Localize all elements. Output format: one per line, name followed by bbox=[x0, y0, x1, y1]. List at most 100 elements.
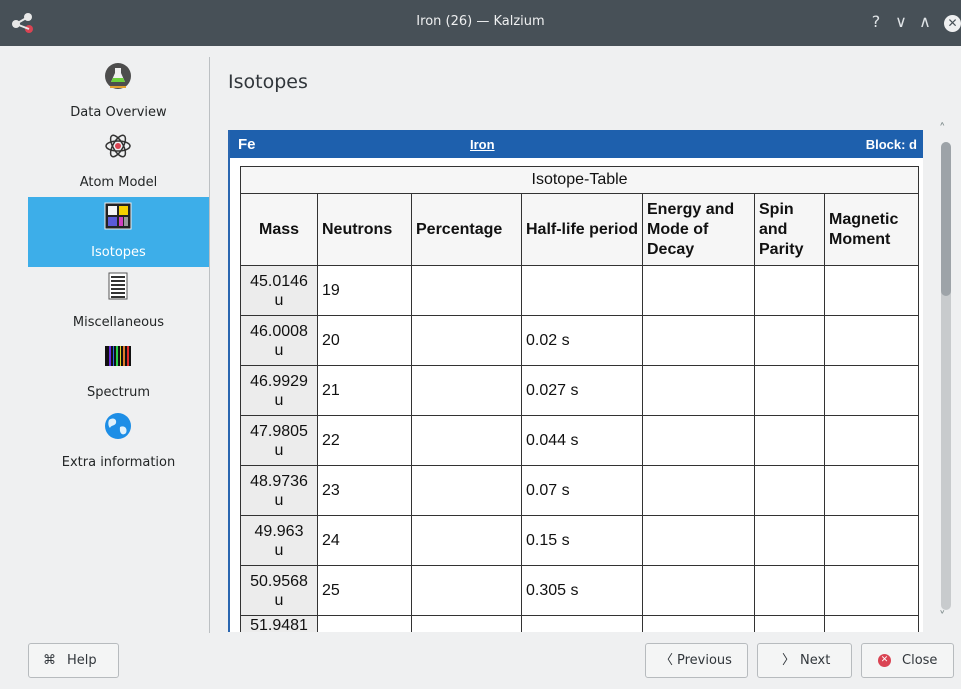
spin-cell bbox=[754, 515, 825, 566]
mass-unit: u bbox=[274, 591, 284, 609]
mass-cell: 50.9568 u bbox=[240, 565, 318, 616]
mass-unit: u bbox=[274, 291, 284, 309]
neutrons-cell: 24 bbox=[317, 515, 412, 566]
help-button-label: Help bbox=[67, 653, 97, 668]
decay-cell bbox=[642, 565, 755, 616]
table-row: 51.9481 bbox=[240, 615, 920, 632]
mass-cell: 45.0146 u bbox=[240, 265, 318, 316]
table-row: 47.9805 u 22 0.044 s bbox=[240, 415, 920, 466]
chevron-down-icon[interactable]: ˅ bbox=[939, 610, 946, 625]
sidebar-divider bbox=[209, 57, 210, 633]
spin-cell bbox=[754, 615, 825, 632]
mass-value: 45.0146 bbox=[250, 272, 308, 290]
isotope-table: Isotope-Table Mass Neutrons Percentage H… bbox=[239, 166, 920, 632]
decay-cell bbox=[642, 265, 755, 316]
table-row: 48.9736 u 23 0.07 s bbox=[240, 465, 920, 516]
sidebar-item-data-overview[interactable]: Data Overview bbox=[28, 57, 209, 127]
element-header-bar: Fe Iron Block: d bbox=[230, 130, 923, 158]
mass-cell: 49.963 u bbox=[240, 515, 318, 566]
column-header-mass: Mass bbox=[240, 193, 318, 266]
percentage-cell bbox=[411, 415, 522, 466]
flask-icon bbox=[105, 63, 131, 89]
sidebar-item-atom-model[interactable]: Atom Model bbox=[28, 127, 209, 197]
neutrons-cell: 20 bbox=[317, 315, 412, 366]
column-header-magnetic: Magnetic Moment bbox=[823, 193, 920, 266]
half-life-cell: 0.044 s bbox=[521, 415, 643, 466]
isotope-table-header-row: Mass Neutrons Percentage Half-life perio… bbox=[240, 193, 920, 266]
sidebar: Data Overview Atom Model Isotopes Miscel… bbox=[28, 57, 209, 633]
spectrum-icon bbox=[105, 346, 131, 366]
sidebar-item-label: Data Overview bbox=[70, 105, 167, 120]
half-life-cell bbox=[521, 615, 643, 632]
sidebar-item-label: Extra information bbox=[61, 455, 176, 470]
percentage-cell bbox=[411, 465, 522, 516]
window-close-button[interactable]: ✕ bbox=[944, 15, 961, 32]
sidebar-item-label: Atom Model bbox=[79, 175, 158, 190]
globe-icon bbox=[105, 413, 131, 439]
table-row: 50.9568 u 25 0.305 s bbox=[240, 565, 920, 616]
half-life-cell: 0.15 s bbox=[521, 515, 643, 566]
maximize-button[interactable]: ∧ bbox=[915, 12, 935, 32]
decay-cell bbox=[642, 315, 755, 366]
chevron-up-icon[interactable]: ˄ bbox=[939, 122, 946, 137]
neutrons-cell: 21 bbox=[317, 365, 412, 416]
decay-cell bbox=[642, 465, 755, 516]
neutrons-cell: 25 bbox=[317, 565, 412, 616]
neutrons-cell: 23 bbox=[317, 465, 412, 516]
sidebar-item-label: Miscellaneous bbox=[72, 315, 165, 330]
sidebar-item-spectrum[interactable]: Spectrum bbox=[28, 337, 209, 407]
neutrons-cell: 19 bbox=[317, 265, 412, 316]
percentage-cell bbox=[411, 515, 522, 566]
half-life-cell: 0.027 s bbox=[521, 365, 643, 416]
previous-button[interactable]: 〈 Previous bbox=[645, 643, 748, 678]
column-header-half-life: Half-life period bbox=[521, 193, 643, 266]
sidebar-item-miscellaneous[interactable]: Miscellaneous bbox=[28, 267, 209, 337]
magnetic-cell bbox=[823, 365, 920, 416]
magnetic-cell bbox=[823, 515, 920, 566]
document-lines-icon bbox=[108, 272, 128, 300]
close-icon: ✕ bbox=[878, 644, 891, 677]
magnetic-cell bbox=[823, 465, 920, 516]
isotopes-grid-icon bbox=[104, 202, 132, 230]
close-button[interactable]: ✕ Close bbox=[861, 643, 954, 678]
neutrons-cell: 22 bbox=[317, 415, 412, 466]
mass-unit: u bbox=[274, 441, 284, 459]
sidebar-item-label: Isotopes bbox=[91, 245, 146, 260]
column-header-decay: Energy and Mode of Decay bbox=[642, 193, 755, 266]
sidebar-item-label: Spectrum bbox=[87, 385, 150, 400]
magnetic-cell bbox=[823, 315, 920, 366]
help-button[interactable]: ⌘ Help bbox=[28, 643, 119, 678]
isotope-content-view[interactable]: Fe Iron Block: d Isotope-Table Mass Neut… bbox=[228, 130, 923, 632]
mass-cell: 46.9929 u bbox=[240, 365, 318, 416]
mass-value: 48.9736 bbox=[250, 472, 308, 490]
half-life-cell bbox=[521, 265, 643, 316]
sidebar-item-extra-information[interactable]: Extra information bbox=[28, 407, 209, 477]
mass-value: 46.9929 bbox=[250, 372, 308, 390]
vertical-scrollbar[interactable]: ˄ ˅ bbox=[935, 122, 957, 634]
half-life-cell: 0.305 s bbox=[521, 565, 643, 616]
close-button-label: Close bbox=[902, 653, 938, 668]
next-button[interactable]: 〉 Next bbox=[757, 643, 852, 678]
next-button-label: Next bbox=[800, 653, 831, 668]
scrollbar-thumb[interactable] bbox=[941, 142, 951, 296]
atom-icon bbox=[105, 134, 131, 158]
minimize-button[interactable]: ∨ bbox=[891, 12, 911, 32]
chevron-right-icon: 〉 bbox=[782, 653, 796, 668]
element-symbol: Fe bbox=[238, 136, 256, 153]
magnetic-cell bbox=[823, 565, 920, 616]
percentage-cell bbox=[411, 565, 522, 616]
window-titlebar: Iron (26) — Kalzium ? ∨ ∧ ✕ bbox=[0, 0, 961, 46]
sidebar-item-isotopes[interactable]: Isotopes bbox=[28, 197, 209, 267]
spin-cell bbox=[754, 265, 825, 316]
element-name-link[interactable]: Iron bbox=[470, 137, 495, 152]
mass-unit: u bbox=[274, 491, 284, 509]
magnetic-cell bbox=[823, 415, 920, 466]
percentage-cell bbox=[411, 315, 522, 366]
table-row: 49.963 u 24 0.15 s bbox=[240, 515, 920, 566]
mass-cell: 47.9805 u bbox=[240, 415, 318, 466]
mass-cell: 46.0008 u bbox=[240, 315, 318, 366]
previous-button-label: Previous bbox=[677, 653, 732, 668]
column-header-neutrons: Neutrons bbox=[317, 193, 412, 266]
mass-value: 50.9568 bbox=[250, 572, 308, 590]
context-help-button[interactable]: ? bbox=[866, 12, 886, 32]
